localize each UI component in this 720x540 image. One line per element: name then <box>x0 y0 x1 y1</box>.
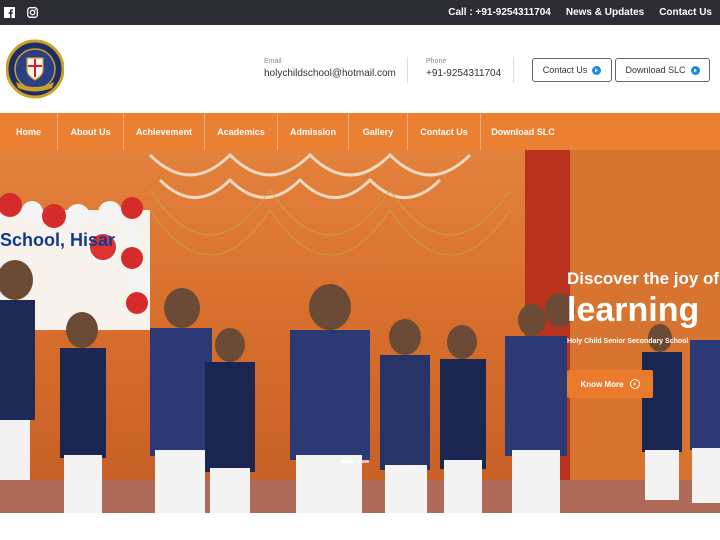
school-logo[interactable] <box>5 38 65 100</box>
nav-home[interactable]: Home <box>0 113 58 150</box>
know-more-button[interactable]: Know More <box>567 370 653 398</box>
slider-indicators <box>341 460 369 463</box>
hero-slider: School, Hisar Discover the joy of learni… <box>0 150 720 513</box>
top-contact-link[interactable]: Contact Us <box>659 7 712 18</box>
hero-subtitle: Holy Child Senior Secondary School <box>567 338 689 345</box>
hero-line-1: Discover the joy of <box>567 269 720 288</box>
banner-school-text: School, Hisar <box>0 230 116 250</box>
arrow-circle-icon <box>690 65 700 75</box>
instagram-icon[interactable] <box>27 7 38 18</box>
phone-value[interactable]: +91-9254311704 <box>426 68 501 79</box>
header-download-button[interactable]: Download SLC <box>615 58 710 82</box>
header-divider <box>513 57 514 83</box>
news-updates-link[interactable]: News & Updates <box>566 7 644 18</box>
social-links <box>4 7 38 18</box>
email-value[interactable]: holychildschool@hotmail.com <box>264 68 396 79</box>
top-links: Call : +91-9254311704 News & Updates Con… <box>448 7 712 18</box>
email-label: Email <box>264 58 282 65</box>
nav-about-us[interactable]: About Us <box>58 113 124 150</box>
nav-academics[interactable]: Academics <box>205 113 278 150</box>
phone-label: Phone <box>426 58 447 65</box>
hero-caption: Discover the joy of learning Holy Child … <box>567 269 719 345</box>
nav-download-slc[interactable]: Download SLC <box>481 113 565 150</box>
nav-gallery[interactable]: Gallery <box>349 113 408 150</box>
phone-block: Phone +91-9254311704 <box>426 58 501 79</box>
arrow-circle-icon <box>592 65 602 75</box>
nav-achievement[interactable]: Achievement <box>124 113 205 150</box>
facebook-icon[interactable] <box>4 7 15 18</box>
email-block: Email holychildschool@hotmail.com <box>264 58 396 79</box>
slider-dot[interactable] <box>341 460 353 463</box>
arrow-circle-icon <box>629 379 640 389</box>
call-link[interactable]: Call : +91-9254311704 <box>448 7 551 18</box>
know-more-label: Know More <box>580 379 624 389</box>
header-divider <box>407 57 408 83</box>
header-contact-button[interactable]: Contact Us <box>532 58 612 82</box>
site-header: Email holychildschool@hotmail.com Phone … <box>0 25 720 113</box>
header-contact-label: Contact Us <box>542 65 588 75</box>
nav-contact-us[interactable]: Contact Us <box>408 113 481 150</box>
header-download-label: Download SLC <box>625 65 686 75</box>
top-bar: Call : +91-9254311704 News & Updates Con… <box>0 0 720 25</box>
main-nav: Home About Us Achievement Academics Admi… <box>0 113 720 150</box>
nav-admission[interactable]: Admission <box>278 113 349 150</box>
slider-dot[interactable] <box>357 460 369 463</box>
hero-heading: learning <box>567 291 700 329</box>
